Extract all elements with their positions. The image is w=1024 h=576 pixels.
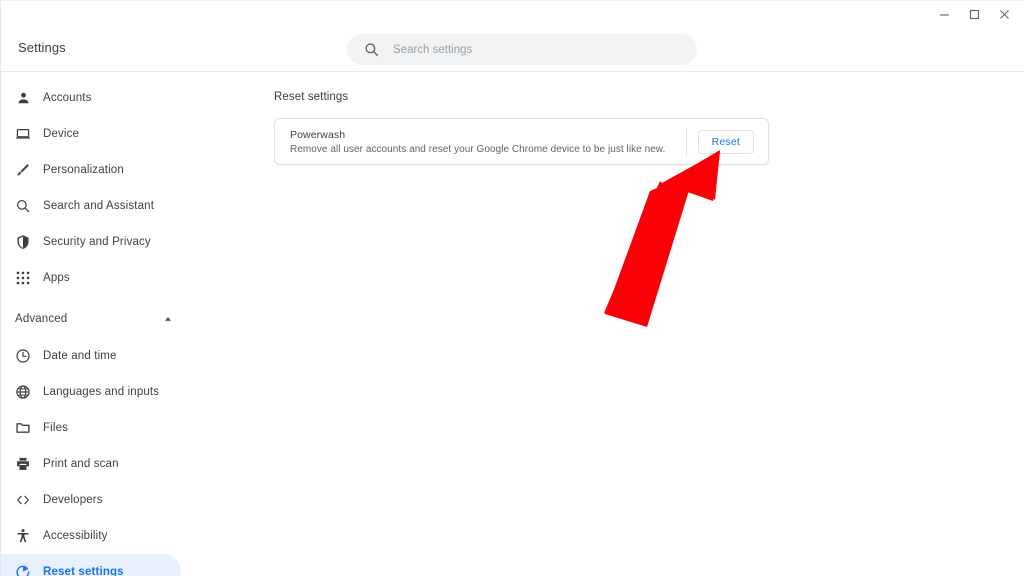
sidebar-item-label: Security and Privacy xyxy=(43,236,151,248)
settings-header: Settings xyxy=(1,27,1024,72)
sidebar-item-apps[interactable]: Apps xyxy=(1,260,181,296)
grid-icon xyxy=(13,268,33,288)
printer-icon xyxy=(13,454,33,474)
sidebar-item-label: Apps xyxy=(43,272,70,284)
globe-icon xyxy=(13,382,33,402)
folder-icon xyxy=(13,418,33,438)
powerwash-description: Remove all user accounts and reset your … xyxy=(290,143,666,155)
sidebar-item-accessibility[interactable]: Accessibility xyxy=(1,518,181,554)
code-brackets-icon xyxy=(13,490,33,510)
clock-icon xyxy=(13,346,33,366)
search-input[interactable] xyxy=(393,39,697,60)
sidebar-item-label: Accessibility xyxy=(43,530,108,542)
sidebar-section-advanced[interactable]: Advanced xyxy=(1,304,181,334)
section-heading: Reset settings xyxy=(274,91,349,103)
sidebar-item-accounts[interactable]: Accounts xyxy=(1,80,181,116)
sidebar-item-print-and-scan[interactable]: Print and scan xyxy=(1,446,181,482)
reset-button[interactable]: Reset xyxy=(697,129,754,154)
sidebar-item-label: Date and time xyxy=(43,350,117,362)
sidebar-item-date-and-time[interactable]: Date and time xyxy=(1,338,181,374)
settings-sidebar: Accounts Device Personalization Search a… xyxy=(1,72,251,576)
accessibility-icon xyxy=(13,526,33,546)
sidebar-item-label: Search and Assistant xyxy=(43,200,155,212)
brush-icon xyxy=(13,160,33,180)
sidebar-item-label: Languages and inputs xyxy=(43,386,160,398)
chevron-up-icon xyxy=(163,314,173,324)
sidebar-item-personalization[interactable]: Personalization xyxy=(1,152,181,188)
sidebar-item-label: Files xyxy=(43,422,69,434)
sidebar-item-files[interactable]: Files xyxy=(1,410,181,446)
minimize-icon xyxy=(939,9,950,20)
maximize-button[interactable] xyxy=(959,1,989,27)
sidebar-item-label: Print and scan xyxy=(43,458,119,470)
sidebar-item-reset-settings[interactable]: Reset settings xyxy=(1,554,181,576)
maximize-icon xyxy=(969,9,980,20)
powerwash-card: Powerwash Remove all user accounts and r… xyxy=(274,118,769,165)
sidebar-item-label: Personalization xyxy=(43,164,124,176)
settings-main-content: Reset settings Powerwash Remove all user… xyxy=(251,72,1024,576)
sidebar-item-device[interactable]: Device xyxy=(1,116,181,152)
sidebar-item-label: Accounts xyxy=(43,92,92,104)
settings-window: Settings Accounts xyxy=(0,0,1024,576)
powerwash-text: Powerwash Remove all user accounts and r… xyxy=(290,129,686,155)
reset-circular-arrow-icon xyxy=(13,562,33,576)
shield-icon xyxy=(13,232,33,252)
close-icon xyxy=(999,9,1010,20)
sidebar-item-label: Device xyxy=(43,128,80,140)
window-titlebar xyxy=(1,1,1024,27)
sidebar-section-label: Advanced xyxy=(15,313,68,325)
close-button[interactable] xyxy=(989,1,1019,27)
sidebar-item-developers[interactable]: Developers xyxy=(1,482,181,518)
powerwash-title: Powerwash xyxy=(290,128,346,141)
sidebar-item-label: Reset settings xyxy=(43,566,124,576)
window-controls xyxy=(929,1,1019,27)
sidebar-item-label: Developers xyxy=(43,494,103,506)
minimize-button[interactable] xyxy=(929,1,959,27)
card-divider xyxy=(685,127,687,156)
sidebar-item-security-and-privacy[interactable]: Security and Privacy xyxy=(1,224,181,260)
sidebar-item-search-and-assistant[interactable]: Search and Assistant xyxy=(1,188,181,224)
search-bar[interactable] xyxy=(347,34,697,65)
person-icon xyxy=(13,88,33,108)
sidebar-item-languages-and-inputs[interactable]: Languages and inputs xyxy=(1,374,181,410)
laptop-icon xyxy=(13,124,33,144)
search-icon xyxy=(13,196,33,216)
search-icon xyxy=(364,42,379,57)
page-title: Settings xyxy=(18,40,66,55)
